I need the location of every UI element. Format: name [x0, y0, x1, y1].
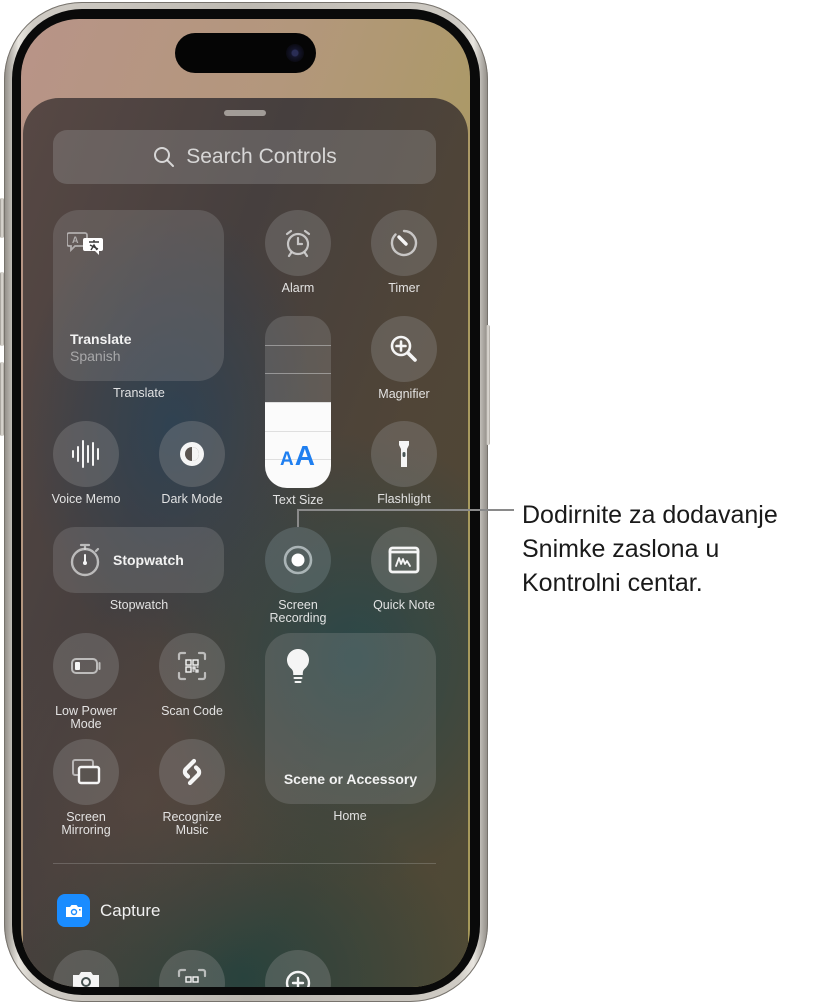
- home-control[interactable]: Scene or Accessory: [265, 633, 436, 804]
- stopwatch-icon: [70, 543, 100, 577]
- record-icon: [283, 545, 313, 575]
- flashlight-control[interactable]: [371, 421, 437, 487]
- home-label: Home: [333, 809, 367, 823]
- recognize-music-control[interactable]: [159, 739, 225, 805]
- low-power-mode-label: Low Power Mode: [55, 704, 117, 731]
- capture-app-icon: [57, 894, 90, 927]
- quick-note-label: Quick Note: [373, 598, 435, 612]
- lightbulb-icon: [286, 649, 310, 683]
- timer-control[interactable]: [371, 210, 437, 276]
- flashlight-label: Flashlight: [377, 492, 431, 506]
- alarm-label: Alarm: [281, 281, 315, 295]
- alarm-clock-icon: [285, 229, 311, 258]
- volume-up-button: [0, 272, 4, 346]
- translate-tile-subtitle: Spanish: [70, 348, 121, 364]
- translate-tile-title: Translate: [70, 331, 132, 347]
- timer-label: Timer: [388, 281, 420, 295]
- sheet-grabber[interactable]: [224, 110, 266, 116]
- callout-leader-horizontal: [297, 509, 514, 511]
- front-camera-icon: [286, 44, 304, 62]
- callout-text: Dodirnite za dodavanje Snimke zaslona u …: [522, 501, 778, 597]
- capture-section-header: Capture: [57, 894, 160, 927]
- stopwatch-tile-title: Stopwatch: [113, 552, 184, 568]
- text-size-step-line: [265, 430, 331, 432]
- flashlight-icon: [399, 441, 409, 467]
- voice-memo-control[interactable]: [53, 421, 119, 487]
- search-controls-field[interactable]: Search Controls: [53, 130, 436, 184]
- magnifier-plus-icon: [390, 335, 417, 362]
- home-tile-title: Scene or Accessory: [283, 771, 418, 787]
- text-size-slider[interactable]: AA: [265, 316, 331, 488]
- stopwatch-control[interactable]: Stopwatch: [53, 527, 224, 593]
- dynamic-island: [175, 33, 316, 73]
- qr-scan-icon: [177, 968, 207, 983]
- qr-scan-icon: [177, 651, 207, 681]
- recognize-music-label: Recognize Music: [162, 810, 222, 837]
- text-size-step-line: [265, 344, 331, 346]
- side-button: [486, 325, 490, 445]
- text-size-label: Text Size: [272, 493, 324, 507]
- search-placeholder: Search Controls: [186, 145, 337, 168]
- camera-icon: [65, 904, 82, 917]
- phone-screen: Search Controls A Translate Spanish Tran…: [21, 19, 470, 987]
- magnifier-control[interactable]: [371, 316, 437, 382]
- dark-mode-icon: [180, 442, 204, 466]
- add-capture-control[interactable]: [265, 950, 331, 987]
- section-divider: [53, 863, 436, 864]
- add-circle-icon: [285, 970, 311, 987]
- low-power-mode-control[interactable]: [53, 633, 119, 699]
- svg-text:A: A: [72, 235, 79, 245]
- volume-down-button: [0, 362, 4, 436]
- stopwatch-label: Stopwatch: [109, 598, 169, 612]
- timer-icon: [390, 229, 418, 257]
- magnifier-label: Magnifier: [378, 387, 430, 401]
- action-button: [0, 198, 4, 238]
- shazam-icon: [182, 758, 202, 786]
- scan-code-label: Scan Code: [161, 704, 223, 718]
- text-size-step-line: [265, 402, 331, 403]
- translate-bubbles-icon: A: [67, 232, 103, 255]
- camera-control[interactable]: [53, 950, 119, 987]
- controls-gallery-sheet: Search Controls A Translate Spanish Tran…: [23, 98, 468, 987]
- battery-low-icon: [71, 658, 101, 674]
- quick-note-control[interactable]: [371, 527, 437, 593]
- translate-control[interactable]: A Translate Spanish: [53, 210, 224, 381]
- screen-recording-label: Screen Recording: [269, 598, 327, 625]
- voice-memo-label: Voice Memo: [51, 492, 121, 506]
- alarm-control[interactable]: [265, 210, 331, 276]
- quick-note-icon: [388, 546, 420, 574]
- magnifying-glass-icon: [154, 147, 175, 167]
- capture-section-title: Capture: [100, 900, 161, 920]
- scan-code-control[interactable]: [159, 633, 225, 699]
- screen-recording-control[interactable]: [265, 527, 331, 593]
- dark-mode-control[interactable]: [159, 421, 225, 487]
- screen-mirroring-control[interactable]: [53, 739, 119, 805]
- screen-mirroring-label: Screen Mirroring: [61, 810, 111, 837]
- translate-label: Translate: [113, 386, 165, 400]
- screen-mirroring-icon: [72, 759, 101, 785]
- camera-icon: [73, 972, 99, 987]
- callout-leader-vertical: [297, 509, 299, 527]
- text-size-step-line: [265, 373, 331, 375]
- waveform-icon: [72, 440, 99, 468]
- text-size-glyph: AA: [280, 440, 316, 471]
- scan-code-capture-control[interactable]: [159, 950, 225, 987]
- dark-mode-label: Dark Mode: [161, 492, 223, 506]
